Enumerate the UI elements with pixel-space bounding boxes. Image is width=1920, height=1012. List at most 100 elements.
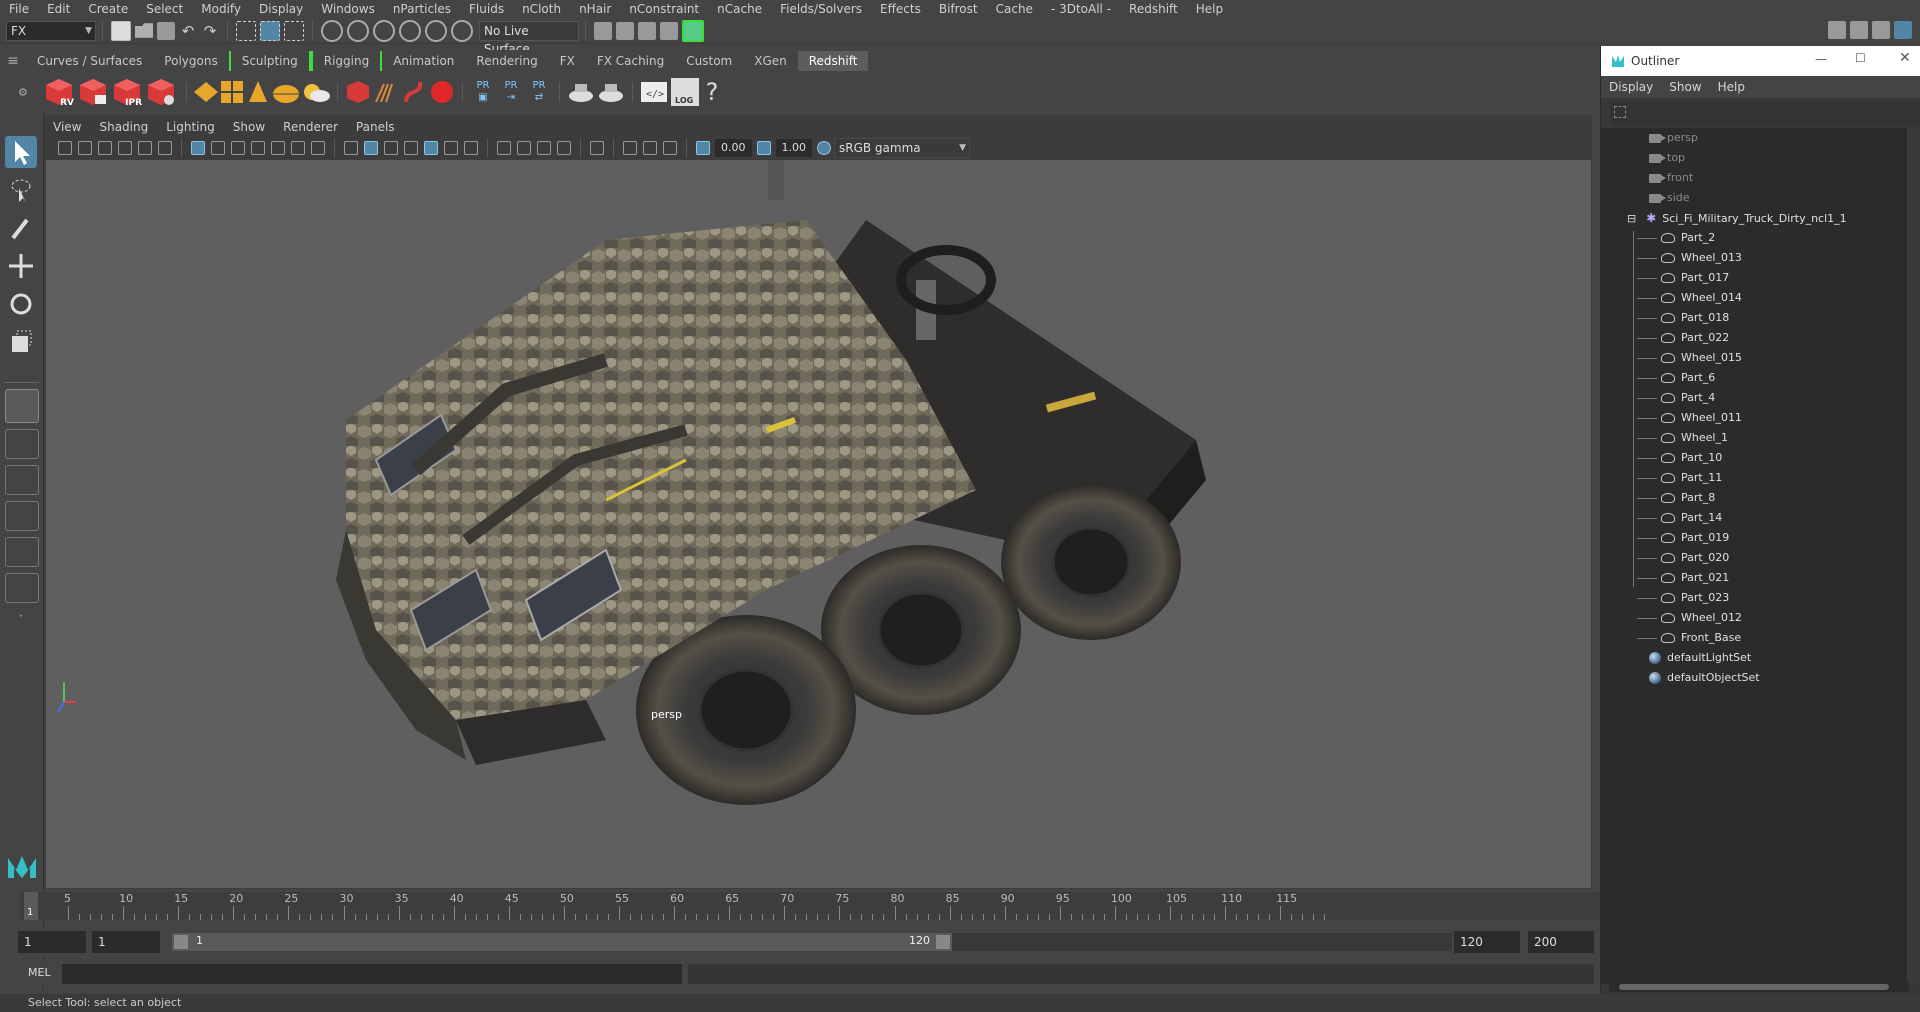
persp-outliner-layout-icon[interactable] (5, 465, 39, 495)
scale-tool-icon[interactable] (5, 326, 37, 358)
viewport-menu-item[interactable]: Lighting (157, 117, 224, 137)
rs-diamond-icon[interactable] (193, 78, 219, 106)
color-management-icon[interactable] (817, 141, 831, 155)
outliner-mesh-node[interactable]: Part_4 (1637, 388, 1715, 408)
xray-active-components-icon[interactable] (643, 141, 657, 155)
shelf-tab-fx-caching[interactable]: FX Caching (586, 51, 675, 71)
rs-object-cube-icon[interactable] (344, 78, 372, 106)
select-object-icon[interactable] (260, 20, 280, 41)
xray-joints-icon[interactable] (663, 141, 677, 155)
view-transform-dropdown[interactable]: sRGB gamma ▼ (834, 138, 970, 158)
rs-dome-light-icon[interactable] (271, 78, 301, 106)
menu-item[interactable]: Windows (312, 0, 384, 18)
image-plane-icon[interactable] (118, 141, 132, 155)
persp-graph-layout-icon[interactable] (5, 501, 39, 531)
log-button[interactable]: LOG (671, 78, 699, 106)
maximize-icon[interactable]: ☐ (1855, 51, 1866, 65)
select-hierarchy-icon[interactable] (236, 20, 256, 41)
safe-title-icon[interactable] (311, 141, 325, 155)
menu-item[interactable]: - 3DtoAll - (1042, 0, 1120, 18)
outliner-menu-item[interactable]: Display (1601, 76, 1661, 98)
rs-sun-light-icon[interactable] (301, 78, 331, 106)
range-end-handle[interactable] (936, 935, 950, 949)
outliner-mesh-node[interactable]: Part_017 (1637, 268, 1729, 288)
outliner-search-field[interactable] (1611, 102, 1920, 124)
menu-item[interactable]: Edit (38, 0, 79, 18)
viewport-menu-item[interactable]: Show (224, 117, 274, 137)
playback-start-field[interactable]: 1 (92, 931, 160, 953)
grease-pencil-icon[interactable] (158, 141, 172, 155)
minimize-icon[interactable]: — (1815, 52, 1827, 66)
scene-start-field[interactable]: 1 (18, 931, 86, 953)
outliner-set-node[interactable]: defaultObjectSet (1649, 668, 1760, 688)
shelf-tab-custom[interactable]: Custom (675, 51, 743, 71)
snap-grid-icon[interactable] (321, 19, 343, 42)
rs-cone-light-icon[interactable] (245, 78, 271, 106)
gamma-field[interactable]: 1.00 (775, 139, 812, 157)
menu-set-dropdown[interactable]: FX ▼ (6, 20, 96, 41)
playback-end-field[interactable]: 120 (1454, 931, 1520, 953)
rs-batch-render-button[interactable] (78, 76, 108, 108)
move-tool-icon[interactable] (5, 250, 37, 282)
viewport-menu-item[interactable]: Renderer (274, 117, 347, 137)
script-language-toggle[interactable]: MEL (28, 966, 51, 979)
outliner-menu-item[interactable]: Show (1661, 76, 1709, 98)
menu-item[interactable]: Modify (192, 0, 250, 18)
outliner-mesh-node[interactable]: Part_10 (1637, 448, 1722, 468)
pr-export-button[interactable]: PR ▣ (469, 80, 497, 104)
isolate-select-icon[interactable] (590, 141, 604, 155)
rs-hair-icon[interactable] (372, 78, 400, 106)
help-question-icon[interactable]: ? (701, 78, 723, 106)
outliner-mesh-node[interactable]: Part_11 (1637, 468, 1722, 488)
2d-pan-zoom-icon[interactable] (138, 141, 152, 155)
outliner-mesh-node[interactable]: Front_Base (1637, 628, 1741, 648)
outliner-horizontal-scrollbar[interactable] (1609, 982, 1909, 992)
toggle-modeling-toolkit-icon[interactable] (1828, 21, 1846, 39)
undo-icon[interactable]: ↶ (179, 22, 197, 40)
safe-action-icon[interactable] (291, 141, 305, 155)
shelf-tab-sculpting[interactable]: Sculpting (228, 51, 311, 71)
outliner-camera-node[interactable]: top (1649, 148, 1685, 168)
hypershade-icon[interactable] (682, 19, 704, 42)
menu-item[interactable]: nHair (570, 0, 620, 18)
pr-swap-button[interactable]: PR ⇄ (525, 80, 553, 104)
shelf-tab-rigging[interactable]: Rigging (310, 51, 383, 71)
outliner-mesh-node[interactable]: Wheel_1 (1637, 428, 1728, 448)
gamma-toggle-icon[interactable] (756, 141, 771, 155)
four-view-layout-icon[interactable] (5, 429, 39, 459)
range-slider-track[interactable]: 1 120 (172, 933, 952, 951)
rs-teapot-icon[interactable] (566, 78, 596, 106)
motion-blur-icon[interactable] (517, 141, 531, 155)
ipr-render-icon[interactable] (638, 21, 656, 40)
outliner-mesh-node[interactable]: Wheel_013 (1637, 248, 1742, 268)
time-slider[interactable]: 1 5 10 15 20 25 30 35 40 45 50 55 60 65 70 75 80 85 90 95 1… (20, 892, 1600, 920)
shelf-options-icon[interactable]: ≡ (0, 53, 26, 69)
snap-vertex-icon[interactable] (451, 19, 473, 42)
persp-hypershade-layout-icon[interactable] (5, 537, 39, 567)
outliner-mesh-node[interactable]: Part_8 (1637, 488, 1715, 508)
menu-item[interactable]: Redshift (1120, 0, 1187, 18)
outliner-mesh-node[interactable]: Wheel_012 (1637, 608, 1742, 628)
outliner-set-node[interactable]: defaultLightSet (1649, 648, 1751, 668)
rs-sphere-icon[interactable] (428, 78, 456, 106)
outliner-vertical-scrollbar[interactable] (1907, 128, 1920, 984)
snap-curve-icon[interactable] (347, 19, 369, 42)
shelf-tab-xgen[interactable]: XGen (743, 51, 798, 71)
gate-mask-icon[interactable] (251, 141, 265, 155)
rs-grid-icon[interactable] (219, 78, 245, 106)
menu-item[interactable]: nCloth (513, 0, 570, 18)
menu-item[interactable]: Display (250, 0, 312, 18)
select-component-icon[interactable] (284, 20, 304, 41)
menu-item[interactable]: Create (79, 0, 137, 18)
outliner-mesh-node[interactable]: Part_020 (1637, 548, 1729, 568)
close-icon[interactable]: ✕ (1899, 50, 1911, 66)
shelf-gear-icon[interactable]: ⚙ (18, 86, 28, 99)
outliner-mesh-node[interactable]: Part_2 (1637, 228, 1715, 248)
paint-select-tool-icon[interactable] (5, 212, 37, 244)
shelf-tab-polygons[interactable]: Polygons (153, 51, 228, 71)
outliner-persp-layout-icon[interactable] (5, 573, 39, 603)
render-settings-icon[interactable] (594, 21, 612, 40)
menu-item[interactable]: nConstraint (620, 0, 708, 18)
rs-render-view-button[interactable]: RV (44, 76, 74, 108)
select-tool-icon[interactable] (5, 136, 37, 168)
